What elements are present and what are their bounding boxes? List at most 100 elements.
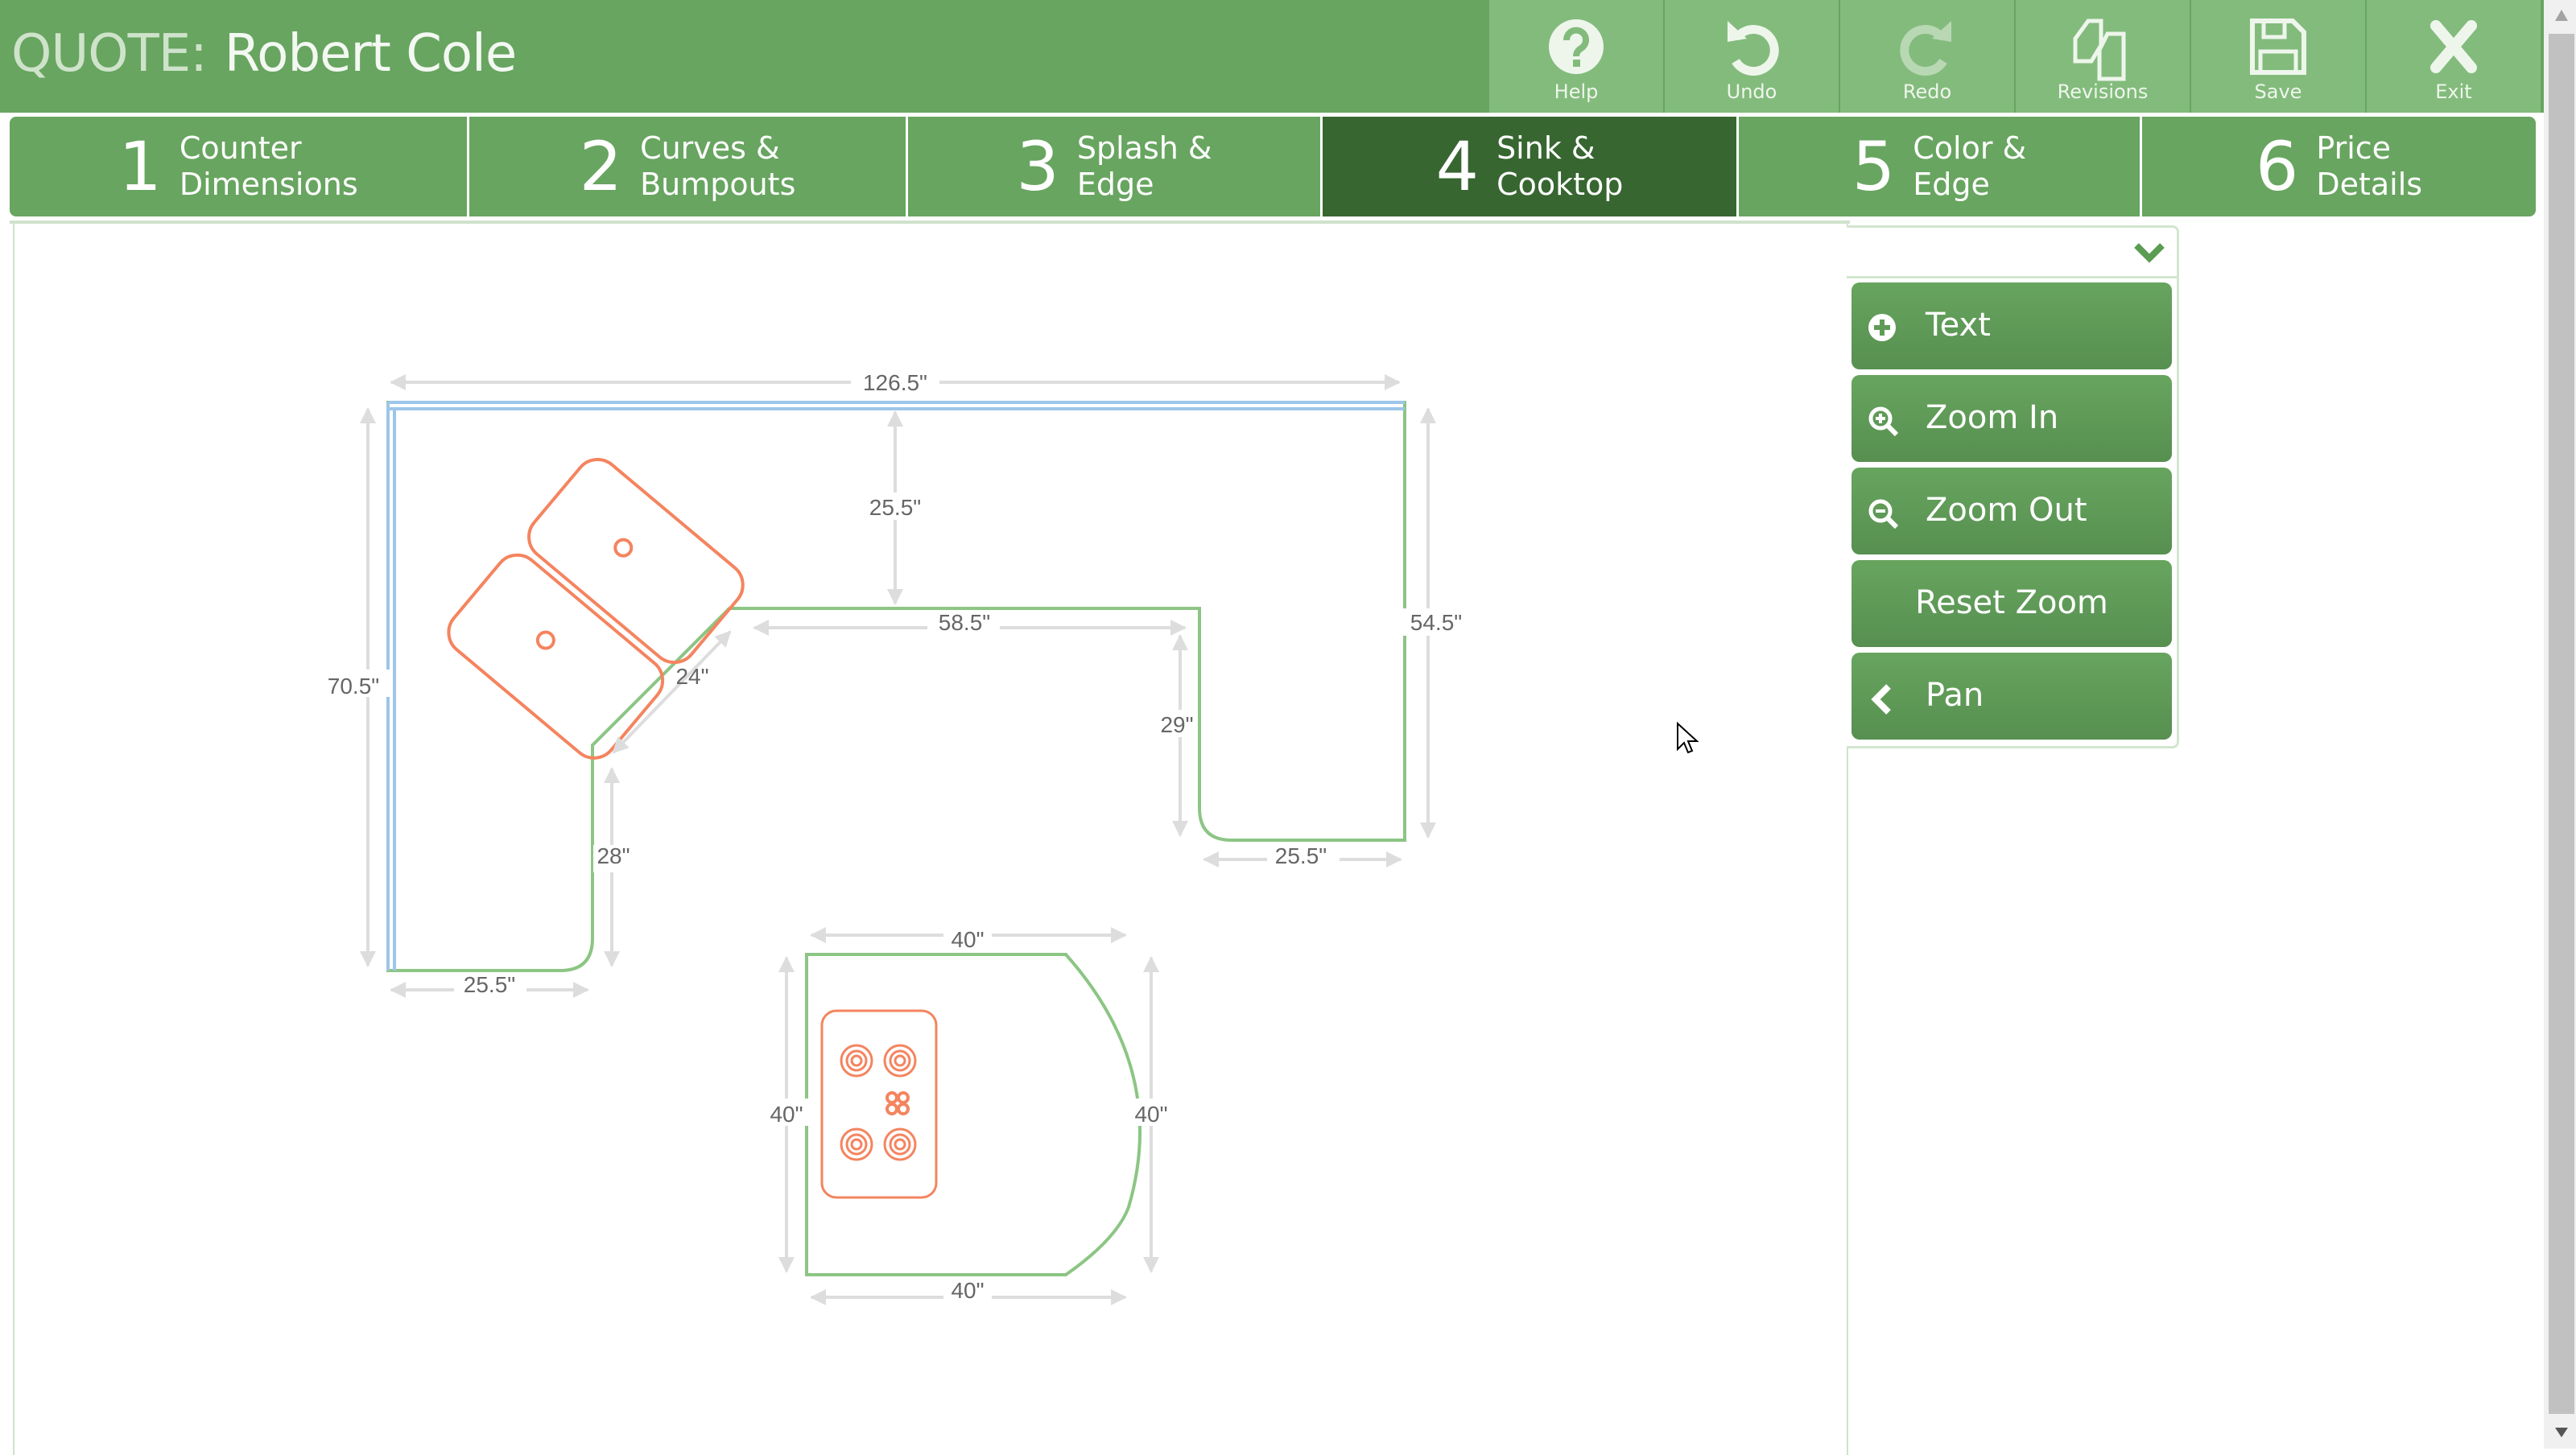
dim-inner-width: 58.5" bbox=[939, 610, 990, 635]
counter-2-dimension-lines bbox=[778, 927, 1159, 1305]
redo-label: Redo bbox=[1902, 80, 1952, 103]
tab-label-line1: Sink & bbox=[1496, 130, 1596, 166]
tab-splash-edge[interactable]: 3 Splash & Edge bbox=[908, 117, 1320, 216]
tab-number: 1 bbox=[118, 127, 162, 206]
quote-label: QUOTE: bbox=[11, 24, 208, 84]
dim-left-height: 70.5" bbox=[328, 674, 379, 699]
redo-icon bbox=[1900, 21, 1951, 76]
dim-left-leg-width: 25.5" bbox=[464, 972, 515, 997]
dim-top-depth: 25.5" bbox=[869, 495, 921, 520]
dim-line-diagonal bbox=[612, 630, 732, 754]
counter-2-dimension-labels: 40" 40" 40" 40" bbox=[762, 921, 1177, 1311]
tab-number: 3 bbox=[1016, 127, 1059, 206]
exit-button[interactable]: Exit bbox=[2367, 0, 2541, 113]
tab-label-line2: Dimensions bbox=[179, 167, 358, 202]
sink-bowl-left bbox=[447, 553, 665, 760]
tab-counter-dimensions[interactable]: 1 Counter Dimensions bbox=[10, 117, 467, 216]
add-text-label: Text bbox=[1926, 307, 1991, 344]
dim-inner-left-height: 28" bbox=[597, 843, 630, 868]
tab-label-line1: Splash & bbox=[1076, 130, 1212, 166]
help-button[interactable]: Help bbox=[1489, 0, 1663, 113]
tool-panel-toggle[interactable] bbox=[1847, 228, 2177, 278]
cooktop-outline bbox=[820, 1009, 938, 1199]
scrollbar-thumb[interactable] bbox=[2549, 34, 2574, 1414]
plus-circle-icon bbox=[1868, 314, 1896, 341]
help-label: Help bbox=[1554, 80, 1599, 103]
counter-drawing[interactable]: 126.5" 70.5" 54.5" 25.5" 58.5" 24" 29" 2… bbox=[14, 224, 1847, 1455]
wall-edge-top bbox=[388, 401, 1405, 410]
burner bbox=[840, 1044, 873, 1078]
save-label: Save bbox=[2254, 80, 2302, 103]
step-tabs: 1 Counter Dimensions 2 Curves & Bumpouts 3… bbox=[10, 117, 2536, 216]
chevron-left-icon bbox=[1871, 684, 1891, 715]
tab-label-line1: Color & bbox=[1913, 130, 2027, 166]
tab-label-line2: Bumpouts bbox=[640, 167, 796, 202]
reset-zoom-label: Reset Zoom bbox=[1915, 584, 2108, 621]
counter-2[interactable]: 40" 40" 40" 40" bbox=[762, 921, 1177, 1311]
dim-right-leg-width: 25.5" bbox=[1275, 843, 1327, 868]
double-sink[interactable] bbox=[440, 451, 752, 768]
tab-label-line1: Curves & bbox=[640, 130, 780, 166]
tab-number: 2 bbox=[579, 127, 623, 206]
tab-number: 6 bbox=[2255, 127, 2299, 206]
zoom-in-button[interactable]: Zoom In bbox=[1852, 375, 2172, 462]
scroll-up-arrow-icon[interactable] bbox=[2549, 0, 2574, 32]
undo-icon bbox=[1728, 21, 1779, 76]
tab-curves-bumpouts[interactable]: 2 Curves & Bumpouts bbox=[469, 117, 906, 216]
header-bar: QUOTE: Robert Cole Help Undo Redo Revisi… bbox=[0, 0, 2544, 113]
burner bbox=[840, 1127, 873, 1161]
tab-label-line1: Price bbox=[2316, 130, 2392, 166]
copy-documents-icon bbox=[2073, 19, 2126, 81]
dim-inner-right-height: 29" bbox=[1160, 712, 1193, 737]
exit-label: Exit bbox=[2435, 80, 2472, 103]
dim-bottom-width: 40" bbox=[951, 1278, 984, 1303]
counter-1[interactable]: 126.5" 70.5" 54.5" 25.5" 58.5" 24" 29" 2… bbox=[320, 369, 1467, 1003]
dim-top-width: 126.5" bbox=[863, 370, 927, 395]
burner bbox=[883, 1127, 917, 1161]
toolbar: Help Undo Redo Revisions Save Exit bbox=[1489, 0, 2542, 113]
tab-price-details[interactable]: 6 Price Details bbox=[2142, 117, 2536, 216]
dim-right-height: 40" bbox=[1134, 1102, 1167, 1127]
cooktop[interactable] bbox=[820, 1009, 938, 1199]
close-x-icon bbox=[2430, 20, 2477, 73]
cooktop-controls bbox=[886, 1091, 910, 1115]
zoom-out-button[interactable]: Zoom Out bbox=[1852, 468, 2172, 554]
dim-top-width: 40" bbox=[951, 927, 984, 952]
tab-label-line2: Edge bbox=[1913, 167, 1990, 202]
pan-button[interactable]: Pan bbox=[1852, 653, 2172, 740]
tab-sink-cooktop[interactable]: 4 Sink & Cooktop bbox=[1323, 117, 1736, 216]
sink-drain-right bbox=[613, 538, 634, 558]
help-circle-icon bbox=[1549, 19, 1604, 74]
vertical-scrollbar[interactable] bbox=[2544, 0, 2576, 1449]
counter-2-outline bbox=[805, 953, 1141, 1276]
save-button[interactable]: Save bbox=[2191, 0, 2365, 113]
dim-left-height: 40" bbox=[770, 1102, 803, 1127]
zoom-out-icon bbox=[1868, 499, 1899, 530]
tool-panel: Text Zoom In Zoom Out Reset Zoom Pan bbox=[1847, 225, 2179, 748]
customer-name: Robert Cole bbox=[224, 24, 517, 84]
revisions-label: Revisions bbox=[2057, 80, 2149, 103]
burner bbox=[883, 1044, 917, 1078]
add-text-button[interactable]: Text bbox=[1852, 282, 2172, 369]
tab-number: 5 bbox=[1852, 127, 1896, 206]
undo-label: Undo bbox=[1726, 80, 1777, 103]
drawing-canvas[interactable]: 126.5" 70.5" 54.5" 25.5" 58.5" 24" 29" 2… bbox=[13, 224, 1848, 1455]
dim-right-height: 54.5" bbox=[1410, 610, 1462, 635]
zoom-out-label: Zoom Out bbox=[1926, 492, 2087, 529]
zoom-in-label: Zoom In bbox=[1926, 399, 2059, 436]
quote-title: QUOTE: Robert Cole bbox=[11, 24, 517, 84]
floppy-disk-icon bbox=[2250, 19, 2306, 75]
reset-zoom-button[interactable]: Reset Zoom bbox=[1852, 560, 2172, 647]
tab-color-edge[interactable]: 5 Color & Edge bbox=[1739, 117, 2140, 216]
pan-label: Pan bbox=[1926, 677, 1984, 714]
scroll-down-arrow-icon[interactable] bbox=[2549, 1416, 2574, 1449]
zoom-in-icon bbox=[1868, 406, 1899, 437]
chevron-down-icon bbox=[2134, 243, 2165, 263]
dim-diagonal: 24" bbox=[675, 664, 708, 689]
tab-label-line2: Details bbox=[2316, 167, 2423, 202]
revisions-button[interactable]: Revisions bbox=[2016, 0, 2190, 113]
redo-button[interactable]: Redo bbox=[1840, 0, 2014, 113]
undo-button[interactable]: Undo bbox=[1665, 0, 1839, 113]
counter-1-dimension-lines bbox=[360, 374, 1436, 998]
tab-label-line2: Cooktop bbox=[1496, 167, 1624, 202]
